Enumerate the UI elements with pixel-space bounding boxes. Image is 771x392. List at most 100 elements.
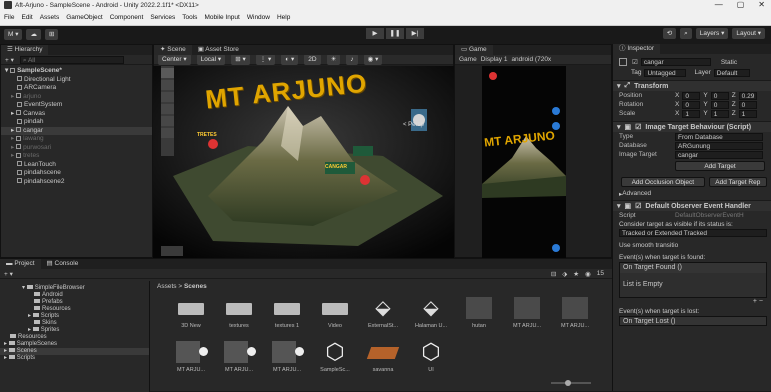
scale-z-field[interactable]: 1: [738, 109, 757, 118]
database-dropdown[interactable]: ARGunung: [675, 141, 763, 150]
expand-arrow-icon[interactable]: [199, 347, 208, 356]
active-checkbox[interactable]: ☑: [632, 58, 638, 66]
rotation-x-field[interactable]: 0: [682, 100, 701, 109]
project-folder[interactable]: ▸ Scripts: [0, 355, 149, 362]
menu-help[interactable]: Help: [277, 14, 290, 21]
expand-arrow-icon[interactable]: [295, 347, 304, 356]
type-dropdown[interactable]: From Database: [675, 132, 763, 141]
asset-item[interactable]: hutan: [459, 295, 499, 329]
favorite-icon[interactable]: ★: [573, 270, 579, 278]
rect-tool-icon[interactable]: [161, 116, 174, 126]
asset-item[interactable]: MT ARJU...: [219, 339, 259, 373]
transform-header[interactable]: ▾ ⤢ Transform: [613, 80, 771, 91]
tab-scene[interactable]: ✦ Scene: [154, 45, 192, 55]
asset-item[interactable]: textures 1: [267, 295, 307, 329]
menu-services[interactable]: Services: [150, 14, 175, 21]
hierarchy-item[interactable]: ARCamera: [1, 84, 152, 93]
account-button[interactable]: M ▾: [4, 28, 23, 40]
menu-assets[interactable]: Assets: [40, 14, 60, 21]
grid-icon[interactable]: ⊞ ▾: [231, 54, 250, 65]
hierarchy-item-selected[interactable]: ▸ cangar: [1, 126, 152, 135]
position-z-field[interactable]: 0.29: [738, 91, 757, 100]
static-toggle[interactable]: Static: [721, 59, 737, 66]
eye-icon[interactable]: ◉: [585, 270, 591, 278]
rotation-y-field[interactable]: 0: [710, 100, 729, 109]
layout-dropdown[interactable]: Layout ▾: [732, 28, 765, 39]
hierarchy-item[interactable]: ▸ purwosari: [1, 144, 152, 153]
hierarchy-item[interactable]: pindah: [1, 118, 152, 127]
project-folder[interactable]: ▸ Scripts: [0, 313, 149, 320]
menu-component[interactable]: Component: [110, 14, 144, 21]
label-icon[interactable]: ⬗: [562, 270, 567, 278]
menu-file[interactable]: File: [4, 14, 14, 21]
list-add-remove[interactable]: + −: [613, 298, 771, 307]
gizmos-icon[interactable]: ◉ ▾: [363, 54, 383, 65]
hierarchy-item[interactable]: EventSystem: [1, 101, 152, 110]
add-target-button[interactable]: Add Target: [675, 161, 765, 171]
position-y-field[interactable]: 0: [710, 91, 729, 100]
asset-item[interactable]: textures: [219, 295, 259, 329]
hierarchy-item[interactable]: ▸ Canvas: [1, 110, 152, 119]
step-button[interactable]: ▶|: [406, 28, 424, 39]
maximize-button[interactable]: ▢: [737, 0, 745, 10]
tab-asset-store[interactable]: ▣ Asset Store: [192, 45, 245, 55]
slider-handle[interactable]: [565, 380, 571, 386]
asset-item[interactable]: ⬙ Halaman U...: [411, 295, 451, 329]
layer-dropdown[interactable]: Default: [713, 68, 750, 77]
history-icon[interactable]: ⟲: [662, 28, 677, 39]
object-name-field[interactable]: cangar: [640, 58, 711, 66]
hierarchy-item[interactable]: LeanTouch: [1, 161, 152, 170]
transform-tool-icon[interactable]: [161, 128, 174, 138]
resolution-dropdown[interactable]: android (720x: [511, 56, 551, 63]
2d-toggle[interactable]: 2D: [304, 54, 321, 65]
cloud-icon[interactable]: ☁: [26, 28, 41, 40]
asset-item[interactable]: 3D New: [171, 295, 211, 329]
rotate-tool-icon[interactable]: [161, 92, 174, 102]
asset-item[interactable]: MT ARJU...: [507, 295, 547, 329]
rotation-z-field[interactable]: 0: [738, 100, 757, 109]
hierarchy-item[interactable]: Directional Light: [1, 76, 152, 85]
add-occlusion-button[interactable]: Add Occlusion Object: [621, 177, 705, 187]
hierarchy-item[interactable]: ▸ arjuno: [1, 93, 152, 102]
scale-tool-icon[interactable]: [161, 104, 174, 114]
asset-item[interactable]: ⬡ SampleSc...: [315, 339, 355, 373]
play-button[interactable]: ▶: [366, 28, 384, 39]
on-target-found-event[interactable]: On Target Found (): [620, 263, 766, 273]
hierarchy-search-input[interactable]: ⌕ All: [19, 55, 124, 64]
asset-item[interactable]: ⬡ UI: [411, 339, 451, 373]
tag-dropdown[interactable]: Untagged: [644, 68, 687, 77]
display-dropdown[interactable]: Display 1: [481, 56, 508, 63]
expand-arrow-icon[interactable]: [247, 347, 256, 356]
shading-icon[interactable]: ◐ ▾: [281, 54, 299, 65]
menu-gameobject[interactable]: GameObject: [66, 14, 103, 21]
menu-tools[interactable]: Tools: [182, 14, 197, 21]
tab-hierarchy[interactable]: ☰ Hierarchy: [1, 45, 49, 55]
position-x-field[interactable]: 0: [682, 91, 701, 100]
pivot-local-dropdown[interactable]: Local ▾: [196, 54, 226, 65]
layers-dropdown[interactable]: Layers ▾: [695, 28, 729, 39]
breadcrumb-scenes[interactable]: Scenes: [184, 283, 207, 290]
collab-icon[interactable]: ⊞: [44, 28, 59, 40]
close-button[interactable]: ✕: [758, 0, 765, 10]
advanced-foldout[interactable]: ▸ Advanced: [613, 189, 771, 198]
observer-header[interactable]: ▾ ▣ ☑ Default Observer Event Handler: [613, 200, 771, 211]
asset-item[interactable]: MT ARJU...: [555, 295, 595, 329]
project-folder-selected[interactable]: ▸ Scenes: [0, 348, 149, 355]
scene-viewport[interactable]: MT ARJUNO TRETES CANGAR < Persp: [153, 66, 454, 258]
add-icon[interactable]: + ▾: [5, 56, 14, 64]
pause-button[interactable]: ❚❚: [386, 28, 404, 39]
breadcrumb-assets[interactable]: Assets: [157, 283, 177, 290]
hierarchy-item[interactable]: ▸ lawang: [1, 135, 152, 144]
asset-item[interactable]: MT ARJU...: [267, 339, 307, 373]
game-nav-icon[interactable]: [552, 244, 560, 252]
tab-game[interactable]: ▭ Game: [455, 45, 493, 55]
tab-project[interactable]: ▬ Project: [0, 259, 41, 269]
create-asset-button[interactable]: + ▾: [4, 270, 13, 278]
persp-label[interactable]: < Persp: [403, 122, 424, 128]
project-folder[interactable]: Skins: [0, 320, 149, 327]
game-nav-icon[interactable]: [552, 107, 560, 115]
scale-y-field[interactable]: 1: [710, 109, 729, 118]
project-folder[interactable]: ▾ SimpleFileBrowser: [0, 285, 149, 292]
asset-item[interactable]: Video: [315, 295, 355, 329]
tab-inspector[interactable]: ⓘ Inspector: [613, 44, 661, 54]
